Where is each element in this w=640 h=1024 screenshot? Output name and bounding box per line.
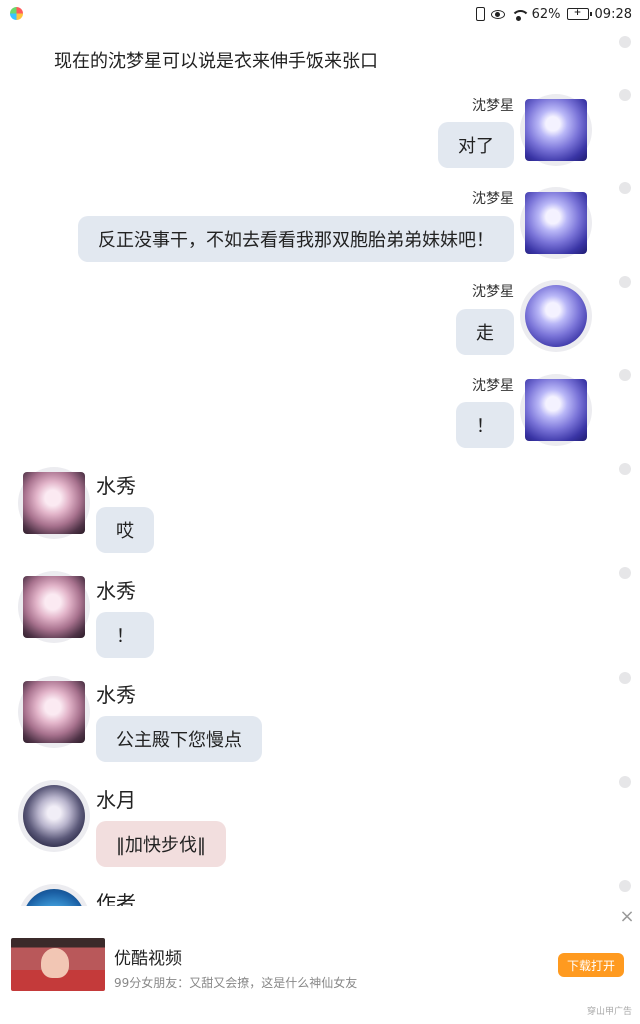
scroll-dot [619, 89, 631, 101]
avatar-image [525, 192, 587, 254]
ad-source-label: 穿山甲广告 [586, 1007, 632, 1017]
chat-bubble[interactable]: ！ [456, 402, 514, 448]
battery-percent: 62% [531, 6, 561, 22]
ad-description: 99分女朋友：又甜又会撩，这是什么神仙女友 [114, 976, 358, 990]
chat-screen: 62% + 09:28 现在的沈梦星可以说是衣来伸手饭来张口 沈梦星 对了 沈梦… [0, 0, 640, 1024]
sender-name: 水月 [96, 788, 136, 812]
chat-bubble[interactable]: 哎 [96, 507, 154, 553]
app-logo-icon [10, 7, 23, 20]
ad-title[interactable]: 优酷视频 [114, 944, 182, 969]
sender-name: 沈梦星 [472, 191, 514, 207]
clock: 09:28 [594, 6, 632, 22]
scroll-dot [619, 672, 631, 684]
battery-icon: + [566, 8, 592, 20]
scroll-dot [619, 369, 631, 381]
avatar-image [525, 99, 587, 161]
sender-name: 水秀 [96, 579, 136, 603]
sender-name: 沈梦星 [472, 98, 514, 114]
download-open-button[interactable]: 下载打开 [558, 953, 624, 977]
chat-bubble[interactable]: ‖加快步伐‖ [96, 821, 226, 867]
chat-bubble[interactable]: ！ [96, 612, 154, 658]
sender-name: 水秀 [96, 683, 136, 707]
sender-name: 水秀 [96, 474, 136, 498]
close-icon[interactable]: × [618, 908, 636, 926]
status-icons: 62% + 09:28 [475, 4, 632, 24]
wifi-icon [510, 7, 530, 22]
scroll-dot [619, 880, 631, 892]
chat-bubble[interactable]: 公主殿下您慢点 [96, 716, 262, 762]
scroll-dot [619, 276, 631, 288]
avatar[interactable] [520, 94, 592, 166]
avatar[interactable] [520, 280, 592, 352]
sender-name: 沈梦星 [472, 284, 514, 300]
chat-bubble[interactable]: 反正没事干，不如去看看我那双胞胎弟弟妹妹吧！ [78, 216, 514, 262]
status-bar: 62% + 09:28 [0, 0, 640, 28]
avatar[interactable] [520, 374, 592, 446]
avatar[interactable] [18, 467, 90, 539]
chat-bubble[interactable]: 对了 [438, 122, 514, 168]
scroll-dot [619, 182, 631, 194]
sender-name: 沈梦星 [472, 378, 514, 394]
avatar[interactable] [520, 187, 592, 259]
ad-thumbnail[interactable] [11, 938, 105, 991]
scroll-dot [619, 776, 631, 788]
avatar-image [23, 681, 85, 743]
scroll-dot [619, 36, 631, 48]
scroll-dot [619, 463, 631, 475]
eye-comfort-icon [490, 9, 505, 19]
avatar-image [23, 785, 85, 847]
avatar-image [23, 472, 85, 534]
avatar[interactable] [18, 780, 90, 852]
scroll-dot [619, 567, 631, 579]
chat-bubble[interactable]: 走 [456, 309, 514, 355]
avatar-image [525, 285, 587, 347]
narration-text: 现在的沈梦星可以说是衣来伸手饭来张口 [54, 51, 378, 72]
vibrate-icon [475, 7, 485, 21]
avatar[interactable] [18, 676, 90, 748]
avatar-image [23, 576, 85, 638]
avatar[interactable] [18, 571, 90, 643]
avatar-image [525, 379, 587, 441]
